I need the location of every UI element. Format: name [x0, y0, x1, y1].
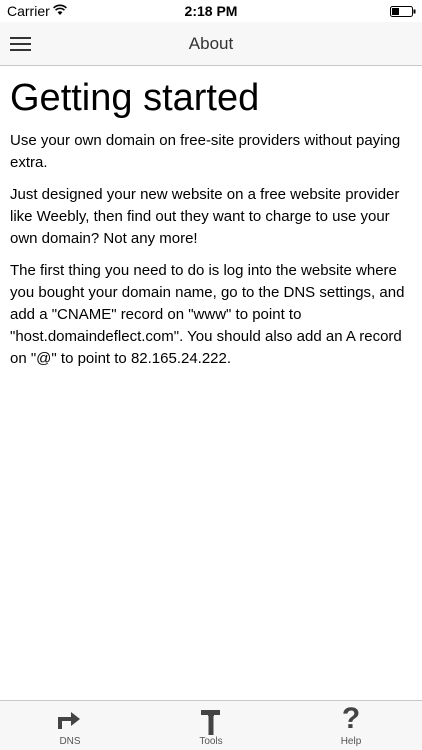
tab-tools-label: Tools: [199, 736, 223, 747]
page-heading: Getting started: [10, 77, 260, 119]
intro-paragraph: Use your own domain on free-site provide…: [10, 132, 401, 171]
dns-instructions-paragraph: The first thing you need to do is log in…: [10, 262, 405, 367]
navigation-bar: About: [0, 22, 422, 66]
weebly-paragraph: Just designed your new website on a free…: [10, 186, 400, 247]
tab-help[interactable]: ? Help: [281, 701, 421, 750]
question-mark-icon: ?: [341, 702, 361, 735]
status-bar: Carrier 2:18 PM: [0, 0, 422, 22]
nav-title: About: [188, 34, 234, 53]
tab-help-label: Help: [340, 736, 362, 747]
tab-dns-label: DNS: [59, 736, 81, 747]
battery-icon: [390, 6, 416, 17]
tab-dns[interactable]: DNS: [0, 701, 140, 750]
tab-bar: DNS Tools ? Help: [0, 700, 422, 750]
status-time: 2:18 PM: [184, 3, 238, 19]
about-content: Getting started Use your own domain on f…: [10, 76, 412, 380]
hammer-icon: [201, 710, 220, 735]
tab-tools[interactable]: Tools: [141, 701, 281, 750]
redirect-arrow-icon: [58, 712, 80, 729]
